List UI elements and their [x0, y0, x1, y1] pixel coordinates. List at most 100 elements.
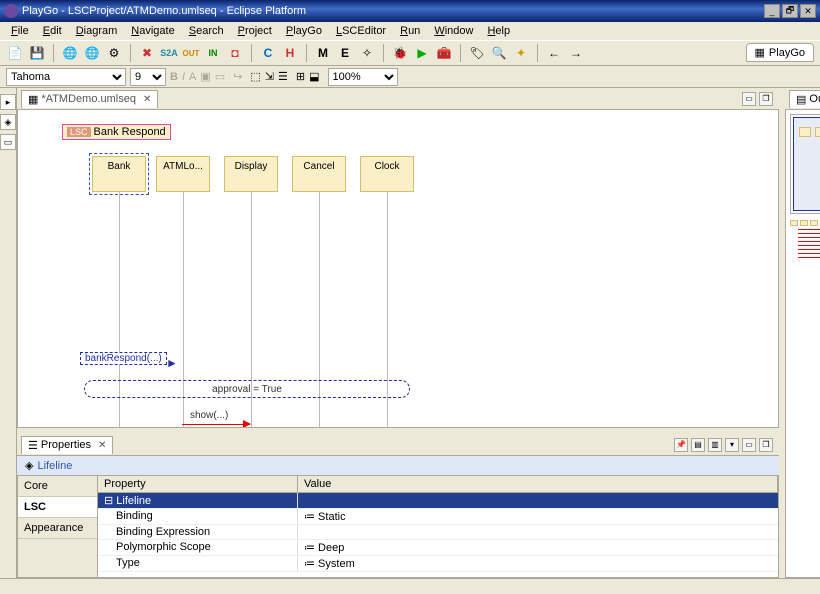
select-icon[interactable]: ⬚: [250, 70, 260, 83]
menu-project[interactable]: Project: [231, 24, 279, 38]
delete-icon[interactable]: ✖: [138, 44, 156, 62]
lifeline-cancel[interactable]: Cancel: [292, 156, 346, 192]
outline-tab[interactable]: ▤ Outline ✕: [789, 90, 820, 108]
message-label[interactable]: show(...): [190, 410, 228, 421]
stop-icon[interactable]: ◘: [226, 44, 244, 62]
fastview-icon[interactable]: ▭: [0, 134, 16, 150]
restore-button[interactable]: 🗗: [782, 4, 798, 18]
outline-tabbar: ▤ Outline ✕ ☰ ▦ ▭ ❐: [785, 88, 820, 110]
router-icon[interactable]: ↪: [233, 70, 242, 83]
fill-color-icon[interactable]: ▣: [200, 70, 210, 83]
distribute-icon[interactable]: ⬓: [309, 70, 319, 83]
menu-playgo[interactable]: PlayGo: [279, 24, 329, 38]
font-family-select[interactable]: Tahoma: [6, 68, 126, 86]
properties-tabbar: ☰ Properties ✕ 📌 ▤ ▥ ▾ ▭ ❐: [17, 434, 779, 456]
menu-icon[interactable]: ▾: [725, 438, 739, 452]
forward-icon[interactable]: →: [567, 44, 585, 62]
gear-icon[interactable]: ⚙: [105, 44, 123, 62]
italic-icon[interactable]: I: [182, 71, 185, 83]
back-icon[interactable]: ←: [545, 44, 563, 62]
in-icon[interactable]: IN: [204, 44, 222, 62]
lifeline-icon: ◈: [25, 459, 33, 472]
line-color-icon[interactable]: ▭: [215, 70, 225, 83]
c-icon[interactable]: C: [259, 44, 277, 62]
minimize-view-icon[interactable]: ▭: [742, 438, 756, 452]
arrange-icon[interactable]: ⇲: [265, 70, 274, 83]
property-row[interactable]: ⊟ Lifeline: [98, 493, 778, 509]
pin-icon[interactable]: 📌: [674, 438, 688, 452]
fastview-icon[interactable]: ▸: [0, 94, 16, 110]
prop-category-core[interactable]: Core: [18, 476, 97, 497]
save-icon[interactable]: 💾: [28, 44, 46, 62]
condition-box[interactable]: approval = True: [84, 380, 410, 398]
menu-lsceditor[interactable]: LSCEditor: [329, 24, 393, 38]
minimize-button[interactable]: _: [764, 4, 780, 18]
self-message[interactable]: bankRespond(...): [80, 352, 167, 365]
maximize-view-icon[interactable]: ❐: [759, 92, 773, 106]
font-size-select[interactable]: 9: [130, 68, 166, 86]
s2a-icon[interactable]: S2A: [160, 44, 178, 62]
close-tab-icon[interactable]: ✕: [143, 94, 151, 105]
menu-navigate[interactable]: Navigate: [124, 24, 181, 38]
property-row[interactable]: Polymorphic Scope≔ Deep: [98, 540, 778, 556]
property-row[interactable]: Binding≔ Static: [98, 509, 778, 525]
editor-tab[interactable]: ▦ *ATMDemo.umlseq ✕: [21, 90, 158, 108]
menu-window[interactable]: Window: [427, 24, 480, 38]
out-icon[interactable]: OUT: [182, 44, 200, 62]
diagram-canvas[interactable]: LSCBank Respond Bank ATMLo... Display Cancel…: [18, 110, 778, 428]
layout-icon[interactable]: ⊞: [296, 70, 305, 83]
property-table: Property Value ⊟ LifelineBinding≔ Static…: [98, 476, 778, 577]
menu-file[interactable]: File: [4, 24, 36, 38]
globe-green-icon[interactable]: 🌐: [61, 44, 79, 62]
lifeline-atm[interactable]: ATMLo...: [156, 156, 210, 192]
bold-icon[interactable]: B: [170, 71, 178, 83]
categories-icon[interactable]: ▤: [691, 438, 705, 452]
prop-category-appearance[interactable]: Appearance: [18, 518, 97, 539]
tag-icon[interactable]: 🏷: [468, 44, 486, 62]
property-row[interactable]: Binding Expression: [98, 525, 778, 540]
fastview-icon[interactable]: ◈: [0, 114, 16, 130]
close-tab-icon[interactable]: ✕: [98, 440, 106, 451]
lifeline-clock[interactable]: Clock: [360, 156, 414, 192]
wand-icon[interactable]: ✧: [358, 44, 376, 62]
ext-tool-icon[interactable]: 🧰: [435, 44, 453, 62]
globe-red-icon[interactable]: 🌐: [83, 44, 101, 62]
prop-category-lsc[interactable]: LSC: [18, 497, 97, 518]
perspective-label: PlayGo: [769, 47, 805, 59]
debug-icon[interactable]: 🐞: [391, 44, 409, 62]
diagram-canvas-scroll[interactable]: LSCBank Respond Bank ATMLo... Display Cancel…: [17, 110, 779, 428]
col-header-property[interactable]: Property: [98, 476, 298, 492]
properties-header: ◈ Lifeline: [17, 456, 779, 476]
h-icon[interactable]: H: [281, 44, 299, 62]
menu-search[interactable]: Search: [182, 24, 231, 38]
star-icon[interactable]: ✦: [512, 44, 530, 62]
run-icon[interactable]: ▶: [413, 44, 431, 62]
properties-tab[interactable]: ☰ Properties ✕: [21, 436, 113, 454]
lifeline-bank[interactable]: Bank: [92, 156, 146, 192]
maximize-view-icon[interactable]: ❐: [759, 438, 773, 452]
outline-body[interactable]: [785, 110, 820, 578]
message-arrow[interactable]: [182, 424, 250, 425]
property-row[interactable]: Type≔ System: [98, 556, 778, 572]
menu-run[interactable]: Run: [393, 24, 427, 38]
zoom-select[interactable]: 100%: [328, 68, 398, 86]
m-icon[interactable]: M: [314, 44, 332, 62]
menu-help[interactable]: Help: [480, 24, 517, 38]
lifeline-display[interactable]: Display: [224, 156, 278, 192]
align-icon[interactable]: ☰: [278, 70, 288, 83]
close-button[interactable]: ✕: [800, 4, 816, 18]
outline-overview[interactable]: [790, 114, 820, 214]
self-message-arrow: ►: [166, 356, 178, 370]
e-icon[interactable]: E: [336, 44, 354, 62]
separator: [53, 44, 54, 62]
perspective-switcher[interactable]: ▦ PlayGo: [746, 43, 814, 62]
font-color-icon[interactable]: A: [189, 71, 196, 83]
menu-edit[interactable]: Edit: [36, 24, 69, 38]
search-icon[interactable]: 🔍: [490, 44, 508, 62]
minimize-view-icon[interactable]: ▭: [742, 92, 756, 106]
menu-diagram[interactable]: Diagram: [69, 24, 125, 38]
filter-icon[interactable]: ▥: [708, 438, 722, 452]
col-header-value[interactable]: Value: [298, 476, 778, 492]
lsc-title[interactable]: LSCBank Respond: [62, 124, 171, 140]
new-icon[interactable]: 📄: [6, 44, 24, 62]
